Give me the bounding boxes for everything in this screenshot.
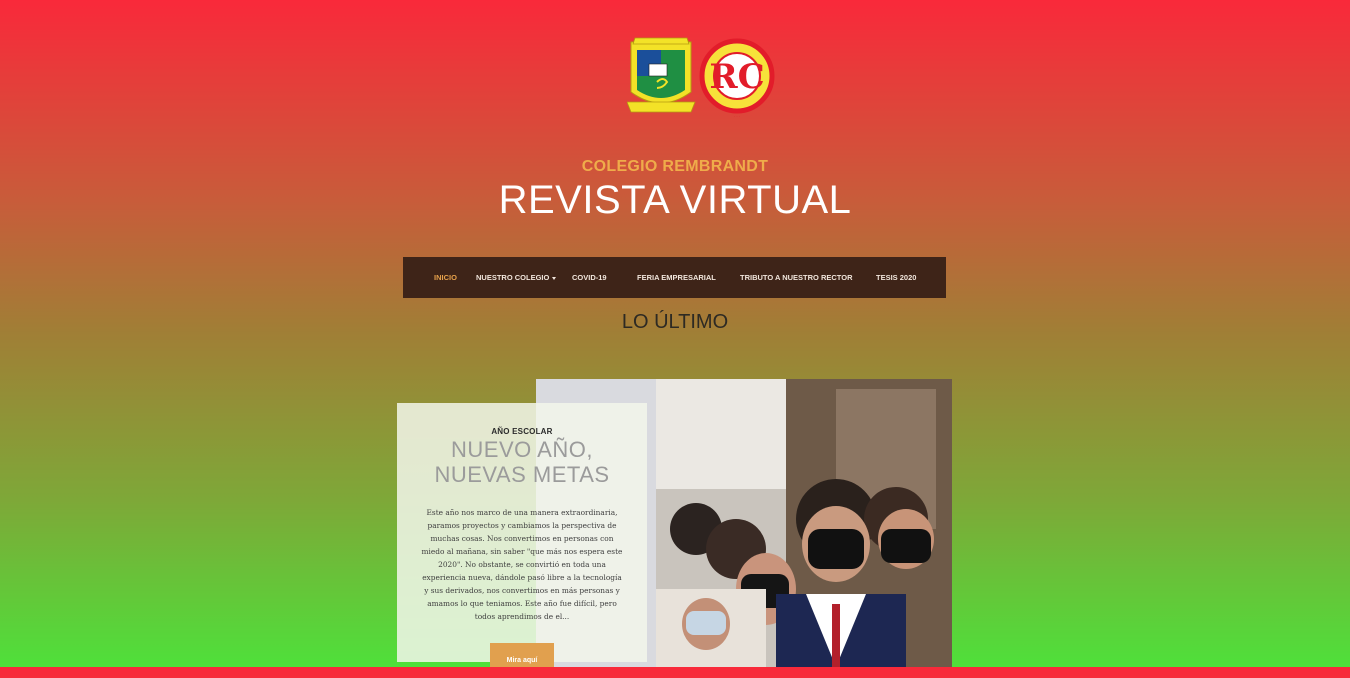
site-title: REVISTA VIRTUAL [498,178,852,222]
post-title[interactable]: NUEVO AÑO, NUEVAS METAS [397,437,647,487]
svg-text:RC: RC [709,57,764,97]
post-excerpt: Este año nos marco de una manera extraor… [421,508,623,621]
post-title-line-2: NUEVAS METAS [434,462,610,487]
nav-item-tributo-rector[interactable]: TRIBUTO A NUESTRO RECTOR [740,257,853,298]
post-category: AÑO ESCOLAR [491,427,553,436]
section-title: LO ÚLTIMO [621,311,729,333]
svg-text:· · ·: · · · [734,114,740,119]
nav-item-inicio[interactable]: INICIO [434,257,457,298]
nav-item-tesis-2020[interactable]: TESIS 2020 [876,257,916,298]
school-crest-logos: RC · · · [626,37,775,119]
main-navigation: INICIO NUESTRO COLEGIO COVID-19 FERIA EM… [403,257,946,298]
post-card: AÑO ESCOLAR NUEVO AÑO, NUEVAS METAS Este… [397,403,647,662]
school-logos: RC · · · [626,36,777,122]
round-rc-logo-icon: RC · · · [699,38,775,119]
post-title-line-1: NUEVO AÑO, [451,437,593,462]
shield-crest-icon [626,37,696,113]
brand-name: COLEGIO REMBRANDT [581,158,769,175]
nav-item-label: NUESTRO COLEGIO [476,273,550,282]
read-more-button[interactable]: Mira aquí [490,643,554,667]
nav-item-nuestro-colegio[interactable]: NUESTRO COLEGIO [476,257,557,298]
nav-item-covid-19[interactable]: COVID-19 [572,257,607,298]
caret-down-icon [552,276,557,280]
nav-item-feria-empresarial[interactable]: FERIA EMPRESARIAL [637,257,716,298]
